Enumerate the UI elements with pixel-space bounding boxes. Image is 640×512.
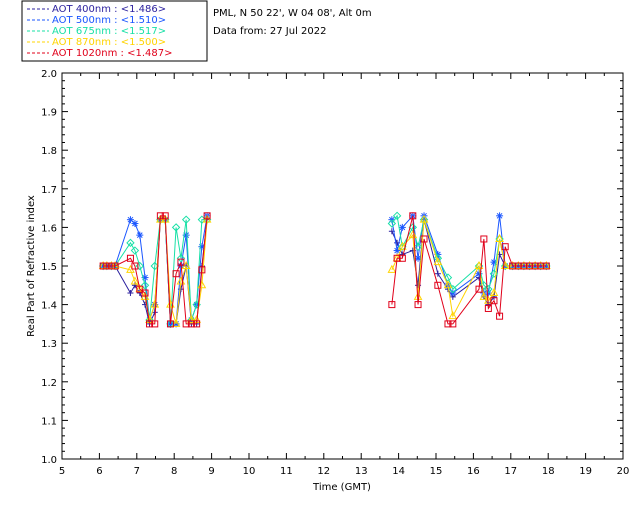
data-point (131, 220, 139, 228)
y-tick-label: 1.5 (41, 262, 57, 273)
y-tick-label: 1.6 (41, 223, 57, 234)
data-point (136, 231, 144, 239)
x-tick-label: 16 (467, 466, 480, 477)
legend-label: AOT 675nm : <1.517> (52, 26, 166, 37)
series-3 (98, 211, 551, 329)
x-tick-label: 6 (96, 466, 102, 477)
y-axis: 1.0 1.1 1.2 1.3 1.4 1.5 1.6 1.7 1.8 1.9 2.0 (41, 69, 623, 466)
location-label: PML, N 50 22', W 04 08', Alt 0m (213, 8, 372, 19)
y-tick-label: 1.3 (41, 339, 57, 350)
y-tick-label: 1.8 (41, 146, 57, 157)
x-tick-label: 8 (171, 466, 177, 477)
refractive-index-chart: AOT 400nm : <1.486>AOT 500nm : <1.510>AO… (21, 0, 630, 493)
x-tick-label: 5 (59, 466, 65, 477)
x-tick-label: 14 (392, 466, 405, 477)
series-layer (98, 211, 551, 329)
data-point (127, 290, 134, 297)
x-tick-label: 15 (430, 466, 443, 477)
x-tick-label: 9 (208, 466, 214, 477)
x-tick-label: 18 (542, 466, 555, 477)
x-tick-label: 7 (134, 466, 140, 477)
data-point (496, 212, 504, 220)
y-tick-label: 1.9 (41, 108, 57, 119)
legend-label: AOT 870nm : <1.500> (52, 37, 166, 48)
series-2 (99, 212, 550, 328)
x-tick-label: 17 (504, 466, 517, 477)
series-4 (98, 214, 551, 327)
x-tick-label: 19 (579, 466, 592, 477)
y-tick-label: 1.2 (41, 378, 57, 389)
x-tick-label: 10 (243, 466, 256, 477)
series-5 (99, 212, 550, 328)
x-tick-label: 12 (317, 466, 330, 477)
date-label: Data from: 27 Jul 2022 (213, 26, 326, 37)
x-tick-label: 11 (280, 466, 293, 477)
y-tick-label: 2.0 (41, 69, 57, 80)
y-axis-label: Real Part of Refractive index (26, 195, 37, 337)
y-tick-label: 1.0 (41, 455, 57, 466)
x-tick-label: 13 (355, 466, 368, 477)
x-tick-label: 20 (617, 466, 630, 477)
series-line (103, 215, 208, 325)
y-tick-label: 1.1 (41, 416, 57, 427)
y-tick-label: 1.7 (41, 185, 57, 196)
legend-label: AOT 500nm : <1.510> (52, 15, 166, 26)
x-axis-label: Time (GMT) (312, 482, 371, 493)
data-point (434, 270, 441, 277)
y-tick-label: 1.4 (41, 301, 57, 312)
legend: AOT 400nm : <1.486>AOT 500nm : <1.510>AO… (21, 0, 208, 62)
legend-label: AOT 400nm : <1.486> (52, 4, 166, 15)
legend-label: AOT 1020nm : <1.487> (52, 48, 172, 59)
